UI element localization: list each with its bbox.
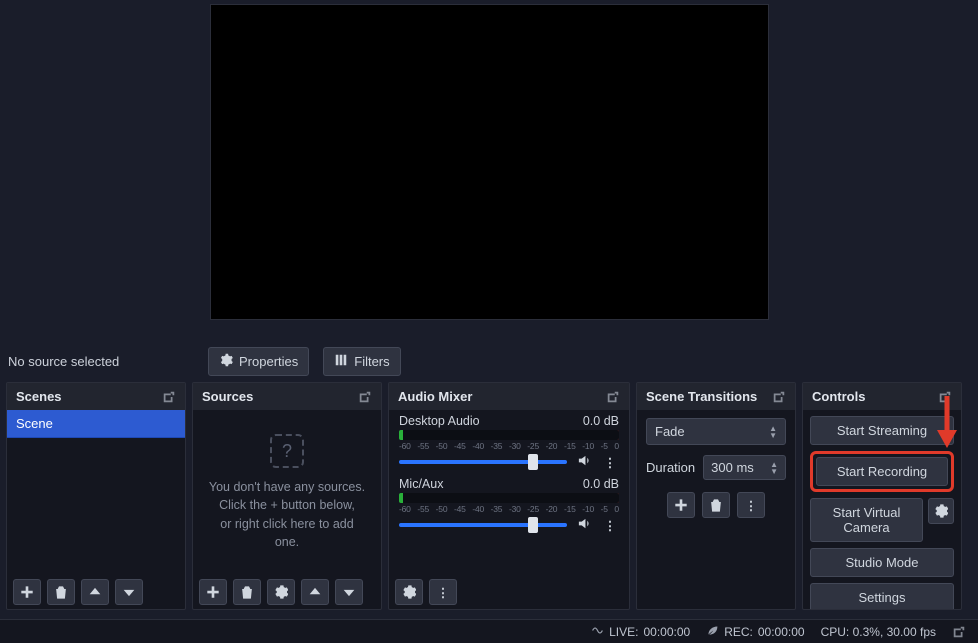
properties-label: Properties (239, 354, 298, 369)
volume-slider[interactable] (399, 460, 567, 464)
sources-list[interactable]: ? You don't have any sources. Click the … (193, 410, 381, 575)
popout-icon[interactable] (606, 390, 620, 404)
start-streaming-button[interactable]: Start Streaming (810, 416, 954, 445)
volume-slider[interactable] (399, 523, 567, 527)
recording-status: REC: 00:00:00 (706, 624, 804, 640)
mixer-menu-button[interactable]: ⋮ (429, 579, 457, 605)
popout-icon[interactable] (772, 390, 786, 404)
filters-label: Filters (354, 354, 389, 369)
controls-title: Controls (812, 389, 865, 404)
transitions-title: Scene Transitions (646, 389, 757, 404)
add-source-button[interactable] (199, 579, 227, 605)
leaf-icon (706, 624, 719, 640)
live-label: LIVE: (609, 625, 638, 639)
popout-icon[interactable] (162, 390, 176, 404)
transition-selected: Fade (655, 424, 685, 439)
duration-spinbox[interactable]: 300 ms ▲▼ (703, 455, 786, 480)
vu-meter (399, 493, 619, 503)
connection-status: LIVE: 00:00:00 (591, 624, 690, 640)
filters-button[interactable]: Filters (323, 347, 400, 376)
live-time: 00:00:00 (643, 625, 690, 639)
sources-title: Sources (202, 389, 253, 404)
channel-menu-button[interactable]: ⋮ (601, 518, 619, 533)
cpu-status: CPU: 0.3%, 30.00 fps (821, 625, 936, 639)
scenes-dock: Scenes Scene (6, 382, 186, 610)
gear-icon (219, 353, 233, 370)
speaker-icon[interactable] (575, 453, 593, 471)
controls-dock: Controls Start Streaming Start Recording… (802, 382, 962, 610)
remove-transition-button[interactable] (702, 492, 730, 518)
sources-empty-line1: You don't have any sources. (209, 480, 365, 494)
audio-mixer-title: Audio Mixer (398, 389, 472, 404)
scenes-list[interactable]: Scene (7, 410, 185, 575)
meter-ticks: -60-55-50-45-40-35-30-25-20-15-10-50 (399, 504, 619, 516)
rec-time: 00:00:00 (758, 625, 805, 639)
transition-menu-button[interactable]: ⋮ (737, 492, 765, 518)
status-bar: LIVE: 00:00:00 REC: 00:00:00 CPU: 0.3%, … (0, 619, 978, 643)
channel-db: 0.0 dB (583, 477, 619, 491)
scenes-title: Scenes (16, 389, 62, 404)
start-virtual-camera-button[interactable]: Start Virtual Camera (810, 498, 923, 542)
audio-mixer-dock: Audio Mixer Desktop Audio 0.0 dB -60-55-… (388, 382, 630, 610)
popout-icon[interactable] (358, 390, 372, 404)
add-transition-button[interactable] (667, 492, 695, 518)
remove-scene-button[interactable] (47, 579, 75, 605)
preview-canvas[interactable] (210, 4, 769, 320)
transition-select[interactable]: Fade ▲▼ (646, 418, 786, 445)
duration-label: Duration (646, 460, 695, 475)
source-down-button[interactable] (335, 579, 363, 605)
start-recording-button[interactable]: Start Recording (816, 457, 948, 486)
vu-meter (399, 430, 619, 440)
transitions-dock: Scene Transitions Fade ▲▼ Duration 300 m… (636, 382, 796, 610)
meter-ticks: -60-55-50-45-40-35-30-25-20-15-10-50 (399, 441, 619, 453)
channel-db: 0.0 dB (583, 414, 619, 428)
channel-name: Mic/Aux (399, 477, 443, 491)
source-status-text: No source selected (8, 354, 194, 369)
mixer-advanced-button[interactable] (395, 579, 423, 605)
studio-mode-button[interactable]: Studio Mode (810, 548, 954, 577)
select-spinner-icon: ▲▼ (769, 425, 777, 439)
channel-name: Desktop Audio (399, 414, 480, 428)
mixer-channel: Desktop Audio 0.0 dB -60-55-50-45-40-35-… (389, 410, 629, 473)
preview-toolbar: No source selected Properties Filters (0, 340, 978, 382)
scene-item[interactable]: Scene (7, 410, 185, 438)
properties-button[interactable]: Properties (208, 347, 309, 376)
settings-button[interactable]: Settings (810, 583, 954, 609)
annotation-highlight: Start Recording (810, 451, 954, 492)
source-properties-button[interactable] (267, 579, 295, 605)
filters-icon (334, 353, 348, 370)
duration-value: 300 ms (711, 460, 754, 475)
source-up-button[interactable] (301, 579, 329, 605)
virtual-camera-settings-button[interactable] (928, 498, 954, 524)
scene-down-button[interactable] (115, 579, 143, 605)
spinner-icon: ▲▼ (770, 461, 778, 475)
popout-icon[interactable] (952, 625, 966, 639)
mixer-channel: Mic/Aux 0.0 dB -60-55-50-45-40-35-30-25-… (389, 473, 629, 536)
rec-label: REC: (724, 625, 753, 639)
sources-empty-line3: or right click here to add one. (220, 517, 353, 549)
remove-source-button[interactable] (233, 579, 261, 605)
question-icon: ? (270, 434, 304, 468)
add-scene-button[interactable] (13, 579, 41, 605)
sources-dock: Sources ? You don't have any sources. Cl… (192, 382, 382, 610)
scene-up-button[interactable] (81, 579, 109, 605)
speaker-icon[interactable] (575, 516, 593, 534)
sources-empty-line2: Click the + button below, (219, 498, 355, 512)
broadcast-icon (591, 624, 604, 640)
channel-menu-button[interactable]: ⋮ (601, 455, 619, 470)
preview-area (0, 0, 978, 340)
popout-icon[interactable] (938, 390, 952, 404)
